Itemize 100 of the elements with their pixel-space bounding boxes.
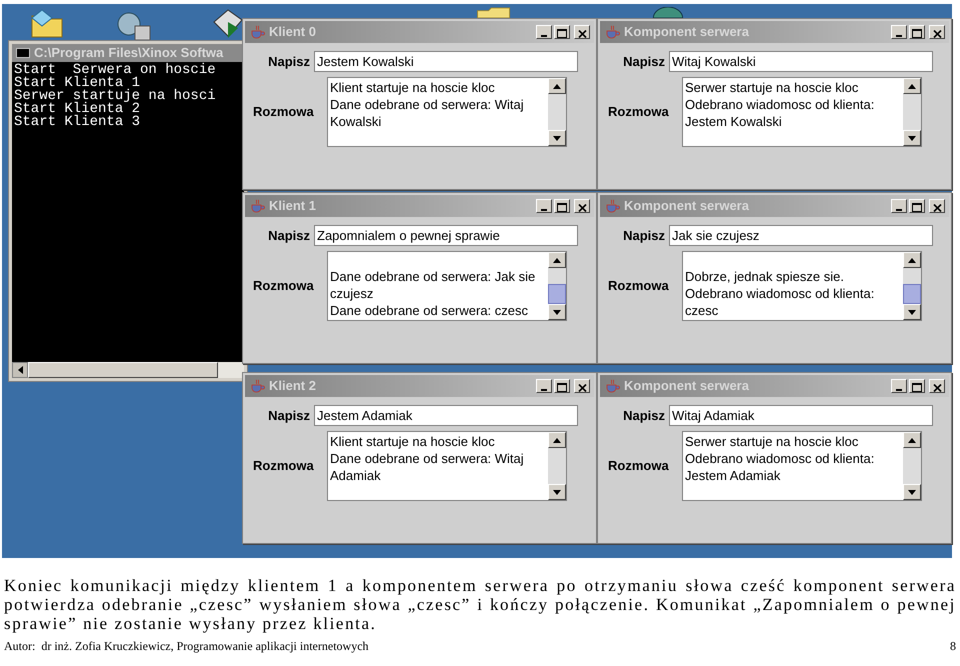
conversation-message: Odebrano wiadomosc od klienta: czesc — [685, 285, 876, 319]
java-cup-icon — [249, 199, 265, 213]
conversation-message: Dobrze, jednak spiesze sie. — [685, 268, 845, 285]
close-icon — [578, 30, 586, 38]
scrollbar[interactable] — [903, 432, 921, 500]
maximize-icon — [912, 383, 922, 392]
console-line: Start Klienta 3 — [14, 116, 142, 129]
input-field[interactable]: Witaj Adamiak — [669, 405, 933, 426]
maximize-icon — [912, 203, 922, 212]
maximize-icon — [912, 29, 922, 38]
input-label: Napisz — [622, 406, 665, 425]
conversation-message: Dane odebrane od serwera: Jak sie czujesz — [330, 268, 536, 302]
window-title: Komponent serwera — [624, 377, 750, 396]
left-arrow-icon — [18, 366, 22, 374]
minimize-button[interactable] — [536, 199, 552, 213]
conversation-label: Rozmowa — [253, 457, 315, 476]
close-button[interactable] — [929, 199, 945, 213]
minimize-button[interactable] — [536, 379, 552, 393]
up-arrow-icon — [553, 438, 561, 442]
maximize-icon — [557, 29, 567, 38]
console-line: Start Klienta 1 — [14, 77, 142, 90]
down-arrow-icon — [553, 136, 561, 140]
maximize-button[interactable] — [909, 379, 925, 393]
scroll-thumb[interactable] — [903, 284, 921, 304]
up-arrow-icon — [908, 84, 916, 88]
close-button[interactable] — [929, 25, 945, 39]
maximize-button[interactable] — [554, 199, 570, 213]
scroll-down-button[interactable] — [548, 484, 566, 500]
java-cup-icon — [249, 25, 265, 39]
input-field[interactable]: Zapomnialem o pewnej sprawie — [314, 225, 578, 246]
input-label: Napisz — [267, 52, 310, 71]
scroll-up-button[interactable] — [903, 432, 921, 448]
minimize-button[interactable] — [891, 25, 907, 39]
scrollbar[interactable] — [548, 432, 566, 500]
maximize-button[interactable] — [554, 25, 570, 39]
maximize-button[interactable] — [554, 379, 570, 393]
conversation-label: Rozmowa — [608, 277, 670, 296]
input-field[interactable]: Jestem Kowalski — [314, 51, 578, 72]
folder-icon[interactable] — [30, 8, 64, 38]
close-button[interactable] — [574, 199, 590, 213]
up-arrow-icon — [908, 438, 916, 442]
console-icon — [16, 48, 30, 58]
java-cup-icon — [604, 25, 620, 39]
minimize-button[interactable] — [536, 25, 552, 39]
scroll-down-button[interactable] — [548, 130, 566, 146]
input-field[interactable]: Jestem Adamiak — [314, 405, 578, 426]
java-cup-icon — [604, 199, 620, 213]
scrollbar[interactable] — [903, 252, 921, 320]
close-icon — [578, 384, 586, 392]
conversation-label: Rozmowa — [608, 457, 670, 476]
minimize-button[interactable] — [891, 199, 907, 213]
close-icon — [932, 384, 942, 392]
scroll-up-button[interactable] — [548, 432, 566, 448]
conversation-message: Serwer startuje na hoscie kloc — [685, 79, 860, 96]
conversation-message: Dane odebrane od serwera: Witaj Kowalski — [330, 96, 525, 130]
close-button[interactable] — [574, 379, 590, 393]
window-title: Klient 0 — [269, 23, 317, 42]
close-button[interactable] — [929, 379, 945, 393]
scroll-up-button[interactable] — [548, 78, 566, 94]
scroll-down-button[interactable] — [903, 484, 921, 500]
minimize-button[interactable] — [891, 379, 907, 393]
input-field[interactable]: Witaj Kowalski — [669, 51, 933, 72]
close-button[interactable] — [574, 25, 590, 39]
down-arrow-icon — [908, 310, 916, 314]
close-icon — [932, 30, 942, 38]
scroll-up-button[interactable] — [903, 78, 921, 94]
window-title: Komponent serwera — [624, 197, 750, 216]
maximize-button[interactable] — [909, 199, 925, 213]
window-title: Klient 2 — [269, 377, 317, 396]
window-title: Klient 1 — [269, 197, 317, 216]
close-icon — [578, 204, 586, 212]
scroll-down-button[interactable] — [903, 130, 921, 146]
up-arrow-icon — [908, 258, 916, 262]
scrollbar[interactable] — [903, 78, 921, 146]
caption-paragraph: Koniec komunikacji między klientem 1 a komponentem serwera po otrzymaniu słowa cześć komponent serwera potwierdza odebranie „czesc” wysłaniem słowa „czesc” i kończy połączenie. Komunikat „Zapomnialem o pewnej sprawie” nie zostanie wysłany przez klienta. — [3, 576, 957, 633]
console-line: Serwer startuje na hosci — [14, 90, 217, 103]
close-icon — [932, 204, 942, 212]
scroll-up-button[interactable] — [548, 252, 566, 268]
scrollbar[interactable] — [548, 252, 566, 320]
scrollbar[interactable] — [548, 78, 566, 146]
input-label: Napisz — [267, 406, 310, 425]
horizontal-scrollbar[interactable] — [12, 362, 244, 378]
conversation-message: Dane odebrane od serwera: czesc — [330, 302, 530, 319]
scroll-down-button[interactable] — [548, 304, 566, 320]
conversation-label: Rozmowa — [253, 103, 315, 122]
scroll-left-button[interactable] — [12, 362, 28, 378]
conversation-message: Odebrano wiadomosc od klienta: Jestem Kowalski — [685, 96, 876, 130]
input-label: Napisz — [267, 226, 310, 245]
input-field[interactable]: Jak sie czujesz — [669, 225, 933, 246]
scroll-down-button[interactable] — [903, 304, 921, 320]
window-title: C:\Program Files\Xinox Softwa — [34, 44, 224, 62]
java-cup-icon — [604, 379, 620, 393]
window-title: Komponent serwera — [624, 23, 750, 42]
up-arrow-icon — [553, 84, 561, 88]
input-label: Napisz — [622, 226, 665, 245]
scroll-thumb[interactable] — [548, 284, 566, 304]
conversation-message: Klient startuje na hoscie kloc — [330, 433, 496, 450]
maximize-button[interactable] — [909, 25, 925, 39]
scroll-up-button[interactable] — [903, 252, 921, 268]
conversation-label: Rozmowa — [253, 277, 315, 296]
